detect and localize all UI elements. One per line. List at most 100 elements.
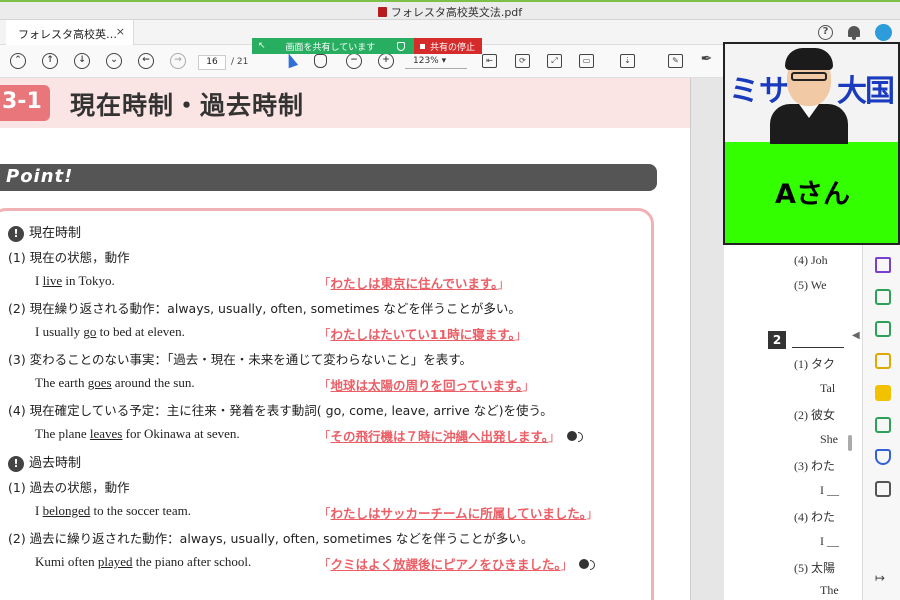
zoom-value: 123% [413,56,439,66]
example-verb: leaves [89,426,123,441]
rule-label: (2) 現在繰り返される動作：always, usually, often, s… [8,301,521,316]
section-heading-present: ! 現在時制 [8,222,81,242]
protect-shield-icon[interactable] [875,449,891,465]
example-verb: live [42,273,63,288]
lesson-title: 現在時制・過去時制 [70,91,305,120]
back-icon[interactable]: ← [138,53,154,69]
rule-label: (2) 過去に繰り返された動作：always, usually, often, … [8,531,534,546]
share-status-text: 画面を共有しています [285,42,376,53]
window-title: フォレスタ高校英文法.pdf [0,4,900,20]
preview-line: (5) 太陽 [794,561,835,575]
example-verb: played [97,554,133,569]
fullscreen-icon[interactable]: ⤢ [547,54,562,68]
zoom-in-icon[interactable]: + [378,53,394,69]
webcam-overlay: ミ サ 大国 Aさん [723,42,900,245]
scrollbar-thumb[interactable] [848,435,852,451]
organize-pages-icon[interactable] [875,321,891,337]
example-sentence: The earth goes around the sun. [35,375,195,390]
glasses [791,72,827,81]
camera-video: ミ サ 大国 [725,44,898,144]
notification-bell-icon[interactable] [847,25,861,40]
expand-sidebar-icon[interactable]: ↦ [875,571,891,587]
page-gutter [690,78,724,600]
preview-line: She [820,432,838,446]
preview-line: (4) わた [794,510,835,524]
page-up-icon[interactable]: ↑ [42,53,58,69]
draw-pen-icon[interactable]: ✒ [699,52,714,68]
scroll-mode-icon[interactable]: ⇣ [620,54,635,68]
screen-share-bar: ↖ 画面を共有しています 共有の停止 [252,38,482,54]
last-page-icon[interactable]: ⌄ [106,53,122,69]
help-icon[interactable]: ? [818,24,833,40]
translation: 「その飛行機は７時に沖縄へ出発します。」 [318,426,583,445]
translation: 「わたしは東京に住んでいます。」 [318,276,510,291]
exclamation-icon: ! [8,226,24,242]
window-titlebar: フォレスタ高校英文法.pdf [0,2,900,20]
fit-width-icon[interactable]: ⇤ [482,54,497,68]
top-right-icons: ? [818,22,892,42]
stop-sharing-button[interactable]: 共有の停止 [414,38,482,54]
preview-line: Tal [820,381,836,395]
rule-label: (4) 現在確定している予定：主に往来・発着を表す動詞( go, come, l… [8,403,553,418]
hand-tool-icon[interactable] [314,54,327,68]
export-pdf-icon[interactable] [875,353,891,369]
more-tools-icon[interactable] [875,481,891,497]
comment-tool-icon[interactable] [875,385,891,401]
page-display-icon[interactable]: ▭ [579,54,594,68]
preview-line: (4) Joh [794,253,828,267]
pdf-file-icon [377,7,387,17]
collapse-panel-icon[interactable]: ◀ [852,330,860,341]
rule-label: (3) 変わることのない事実：「過去・現在・未来を通じて変わらないこと」を表す。 [8,352,473,367]
profile-avatar-icon[interactable] [875,23,892,41]
logo-text-mid: サ [759,74,789,109]
logo-text-left: ミ [729,74,759,109]
zoom-select[interactable]: 123% ▾ [405,54,467,69]
example-sentence: I usually go to bed at eleven. [35,324,185,339]
point-banner: Point! [0,164,657,191]
example-verb: belonged [42,503,91,518]
tab-label: フォレスタ高校英… [18,28,117,41]
rotate-icon[interactable]: ⟳ [515,54,530,68]
lesson-number-badge: 3-1 [0,85,50,121]
logo-text-right: 大国 [837,74,895,109]
tab-document[interactable]: フォレスタ高校英… × [6,20,134,45]
first-page-icon[interactable]: ⌃ [10,53,26,69]
preview-line: (1) タク [794,357,835,371]
create-pdf-icon[interactable] [875,289,891,305]
audio-play-icon[interactable] [579,558,596,571]
page-total: / 21 [231,57,249,67]
participant-name: Aさん [775,179,850,210]
comment-icon[interactable]: ✎ [668,54,683,68]
exercise-underline [792,347,844,348]
example-sentence: I belonged to the soccer team. [35,503,191,518]
page-down-icon[interactable]: ↓ [74,53,90,69]
print-production-icon[interactable] [875,417,891,433]
stop-sharing-label: 共有の停止 [430,42,476,53]
translation: 「地球は太陽の周りを回っています。」 [318,378,535,393]
screen-share-status[interactable]: ↖ 画面を共有しています [252,38,414,54]
page-number-input[interactable]: 16 [198,55,226,70]
example-verb: go [83,324,97,339]
audio-play-icon[interactable] [566,430,583,443]
section-heading-past: ! 過去時制 [8,452,81,472]
forward-icon[interactable]: → [170,53,186,69]
exclamation-icon: ! [8,456,24,472]
select-cursor-icon[interactable] [283,51,299,69]
zoom-out-icon[interactable]: − [346,53,362,69]
example-verb: goes [87,375,112,390]
fill-sign-icon[interactable] [875,257,891,273]
example-sentence: The plane leaves for Okinawa at seven. [35,426,240,441]
preview-line: The [820,583,839,597]
example-sentence: I live in Tokyo. [35,273,115,288]
rule-label: (1) 過去の状態，動作 [8,480,130,495]
pdf-page: 3-1 現在時制・過去時制 Point! ! 現在時制 (1) 現在の状態，動作 … [0,78,724,600]
preview-line: (5) We [794,278,827,292]
translation: 「わたしはサッカーチームに所属していました。」 [318,506,599,521]
preview-line: I __ [820,534,839,548]
share-shield-icon [397,41,406,51]
tools-sidebar: ↦ [862,245,900,600]
tab-close-icon[interactable]: × [116,25,125,38]
stop-square-icon [420,43,425,49]
adjacent-page-preview: (4) Joh (5) We 2 (1) タク Tal (2) 彼女 She (… [724,245,852,600]
preview-line: I __ [820,483,839,497]
